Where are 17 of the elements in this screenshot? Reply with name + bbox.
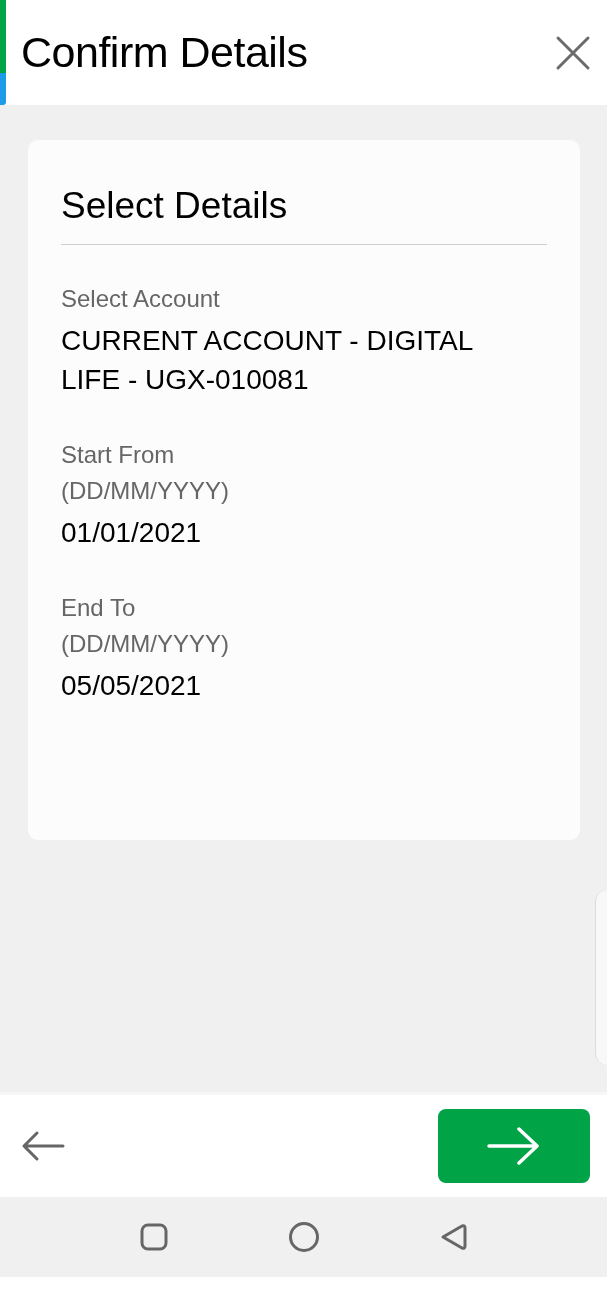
field-label: End To	[61, 592, 137, 623]
field-label: Select Account	[61, 283, 221, 314]
home-icon[interactable]	[287, 1221, 320, 1253]
card-title: Select Details	[61, 178, 547, 245]
page-title: Confirm Details	[21, 27, 308, 79]
close-icon	[555, 34, 591, 71]
field-value: CURRENT ACCOUNT - DIGITAL LIFE - UGX-010081	[61, 323, 474, 397]
right-arrow-icon	[487, 1127, 541, 1165]
left-arrow-icon	[21, 1130, 65, 1162]
recents-icon[interactable]	[139, 1223, 168, 1251]
date-format-hint: (DD/MM/YYYY)	[61, 628, 230, 659]
field-value: 01/01/2021	[61, 515, 203, 550]
field-label: Start From	[61, 439, 176, 470]
back-triangle-icon[interactable]	[439, 1222, 468, 1252]
next-button[interactable]	[438, 1109, 590, 1183]
field-value: 05/05/2021	[61, 668, 203, 703]
date-format-hint: (DD/MM/YYYY)	[61, 475, 230, 506]
